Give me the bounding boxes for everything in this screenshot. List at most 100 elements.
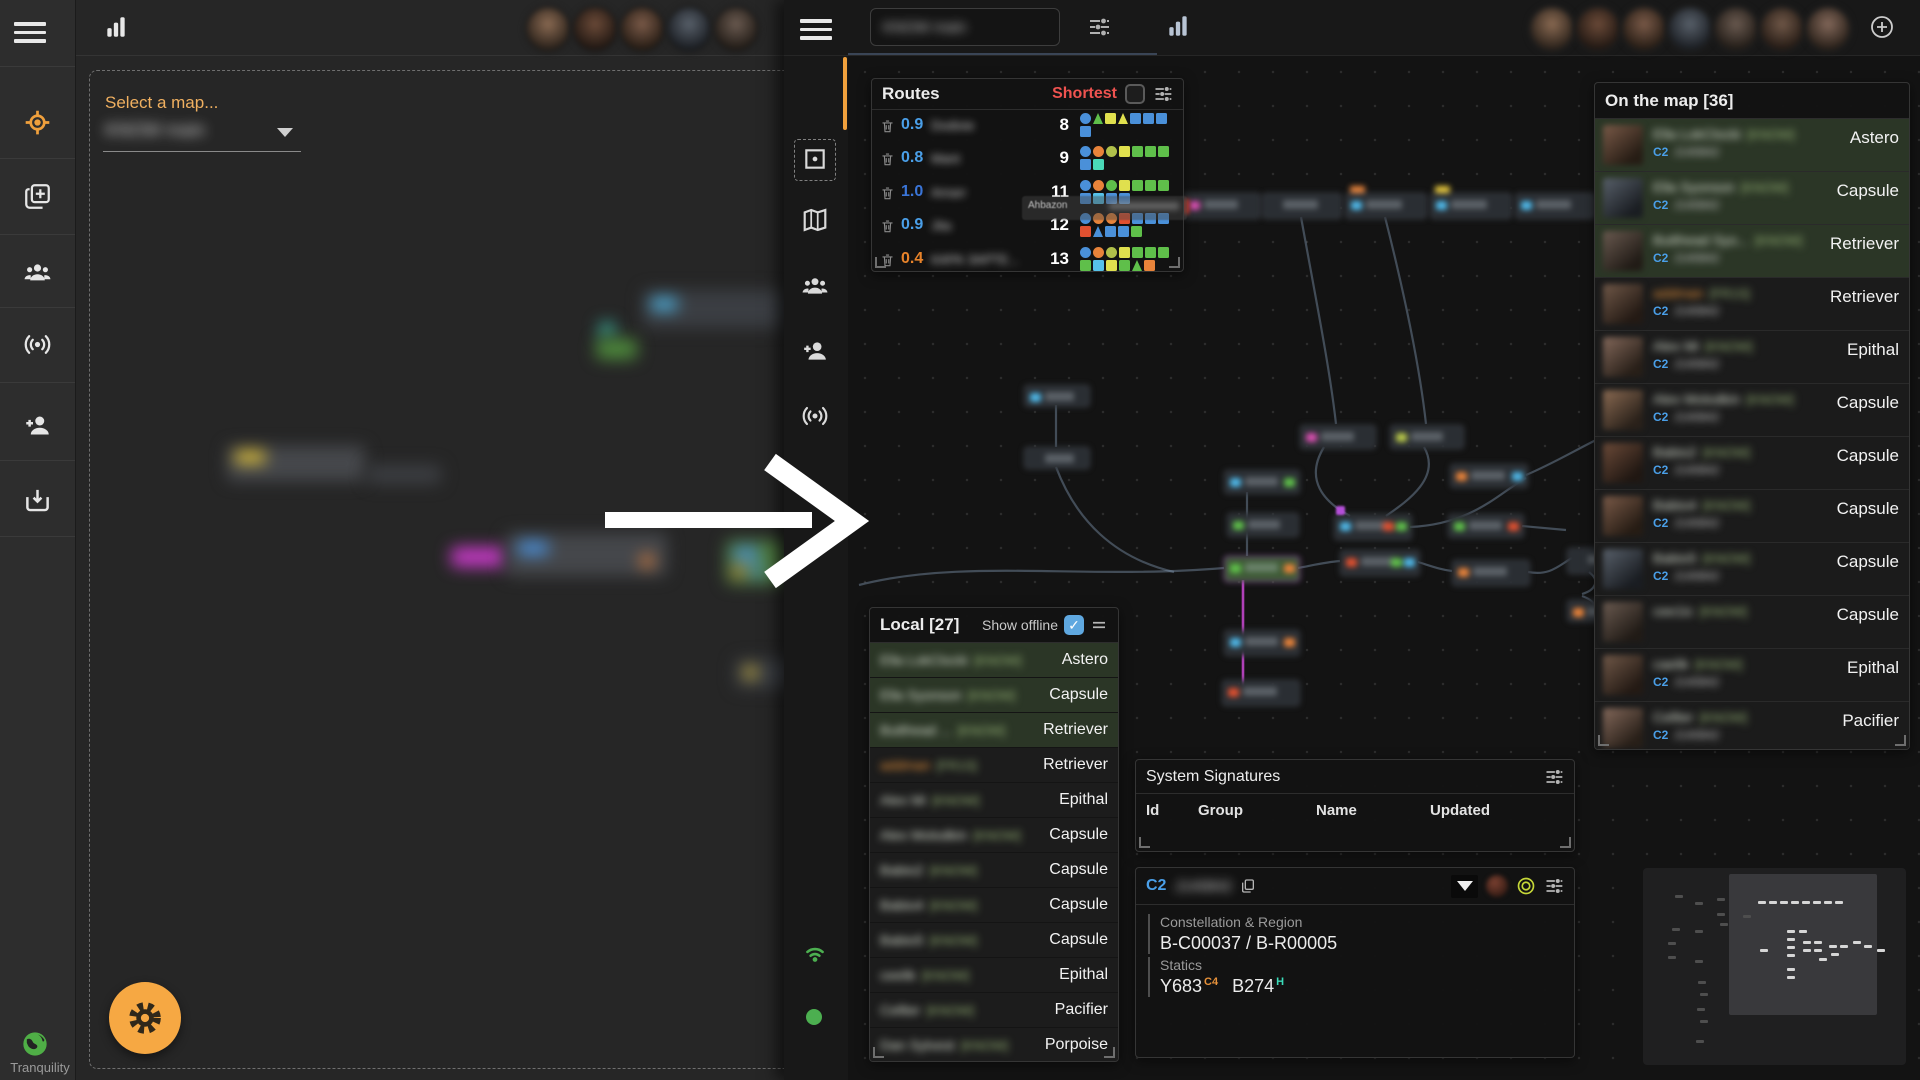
people-icon[interactable] <box>802 273 828 299</box>
local-menu-icon[interactable] <box>1090 615 1108 635</box>
map-node[interactable] <box>1024 447 1090 469</box>
map-node[interactable] <box>1340 550 1420 576</box>
bullseye-icon[interactable] <box>1516 876 1536 896</box>
local-pilot-row[interactable]: Babio5 [KNOW] Capsule <box>870 923 1118 958</box>
routes-settings-icon[interactable] <box>1153 84 1173 104</box>
route-destination[interactable]: Mant <box>931 151 1043 166</box>
on-map-pilot-row[interactable]: cee1ic [KNOW] Capsule <box>1595 596 1909 649</box>
map-node[interactable] <box>1452 560 1530 586</box>
local-pilot-row[interactable]: Cellter [KNOW] Pacifier <box>870 993 1118 1028</box>
import-icon[interactable] <box>24 487 51 514</box>
stats-icon[interactable] <box>103 14 129 40</box>
menu-button[interactable] <box>800 14 832 45</box>
delete-route-icon[interactable] <box>880 151 895 167</box>
map-node[interactable] <box>1224 470 1300 494</box>
local-pilot-row[interactable]: Ella Syonson [KNOW] Capsule <box>870 678 1118 713</box>
broadcast-icon[interactable] <box>802 403 828 429</box>
map-icon[interactable] <box>802 207 828 233</box>
characters-icon[interactable] <box>24 259 51 286</box>
delete-route-icon[interactable] <box>880 118 895 134</box>
avatar[interactable] <box>1758 5 1806 53</box>
on-map-pilot-row[interactable]: Ella LokClocki [KNOW] C2 J140842 Astero <box>1595 119 1909 172</box>
avatar[interactable] <box>618 5 666 53</box>
map-node[interactable] <box>1300 425 1376 449</box>
avatar[interactable] <box>571 5 619 53</box>
select-system-icon[interactable] <box>802 146 828 172</box>
route-row[interactable]: 0.4 КАРА ЗАРТЕ... 13 <box>872 244 1183 271</box>
avatar[interactable] <box>1712 5 1760 53</box>
avatar[interactable] <box>524 5 572 53</box>
local-pilot-row[interactable]: Ella LokClocki [KNOW] Astero <box>870 643 1118 678</box>
activity-icon[interactable] <box>1165 13 1191 39</box>
local-pilot-row[interactable]: addman [FR1S] Retriever <box>870 748 1118 783</box>
map-node[interactable] <box>1448 514 1524 538</box>
sovereignty-icon[interactable] <box>1486 875 1508 897</box>
add-person-icon[interactable] <box>24 412 51 439</box>
system-settings-icon[interactable] <box>1544 876 1564 896</box>
connection-icon[interactable] <box>802 940 828 966</box>
on-map-pilot-row[interactable]: Alex Mi [KNOW] C2 J140842 Epithal <box>1595 331 1909 384</box>
map-node[interactable] <box>1024 385 1090 407</box>
copy-icon[interactable] <box>1240 878 1256 894</box>
route-destination[interactable]: Jita <box>931 218 1043 233</box>
avatar[interactable] <box>665 5 713 53</box>
map-node[interactable] <box>1334 514 1412 540</box>
local-pilot-row[interactable]: Babio4 [KNOW] Capsule <box>870 888 1118 923</box>
on-map-pilot-row[interactable]: Babio4 [KNOW] C2 J140842 Capsule <box>1595 490 1909 543</box>
shortest-checkbox[interactable] <box>1125 84 1145 104</box>
on-map-pilot-row[interactable]: Butthead Syo... [KNOW] C2 J140842 Retriever <box>1595 225 1909 278</box>
route-destination[interactable]: Dodixie <box>931 118 1043 133</box>
wormhole-effect-icon[interactable] <box>1451 874 1478 898</box>
dropdown-arrow-icon[interactable] <box>277 128 293 137</box>
map-node[interactable] <box>1262 193 1342 219</box>
signatures-settings-icon[interactable] <box>1544 767 1564 787</box>
map-node[interactable] <box>1227 513 1299 537</box>
locate-icon[interactable] <box>24 109 51 136</box>
map-settings-icon[interactable] <box>1087 15 1111 39</box>
map-node[interactable] <box>1224 630 1300 656</box>
local-pilot-row[interactable]: Butthead ... [KNOW] Retriever <box>870 713 1118 748</box>
settings-fab[interactable] <box>109 982 181 1054</box>
avatar[interactable] <box>1666 5 1714 53</box>
avatar[interactable] <box>1804 5 1852 53</box>
menu-button[interactable] <box>14 17 46 48</box>
map-node[interactable] <box>1515 193 1595 219</box>
local-pilot-row[interactable]: Alex Molodkin [KNOW] Capsule <box>870 818 1118 853</box>
on-map-pilot-row[interactable]: Babio2 [KNOW] C2 J140842 Capsule <box>1595 437 1909 490</box>
avatar[interactable] <box>1528 5 1576 53</box>
minimap[interactable] <box>1643 868 1906 1065</box>
map-node[interactable] <box>1222 680 1300 706</box>
map-name-input[interactable]: KNOW main <box>870 8 1060 46</box>
on-map-pilot-row[interactable]: addman [FR1S] C2 J140842 Retriever <box>1595 278 1909 331</box>
local-pilot-row[interactable]: Babio2 [KNOW] Capsule <box>870 853 1118 888</box>
local-pilot-row[interactable]: ceelik [KNOW] Epithal <box>870 958 1118 993</box>
on-map-pilot-row[interactable]: Alex Molodkin [KNOW] C2 J140842 Capsule <box>1595 384 1909 437</box>
map-node[interactable] <box>1450 464 1528 488</box>
local-pilot-row[interactable]: Alex Mi [KNOW] Epithal <box>870 783 1118 818</box>
route-destination[interactable]: КАРА ЗАРТЕ... <box>931 252 1043 267</box>
add-character-icon[interactable] <box>1870 15 1894 39</box>
map-node[interactable] <box>1345 186 1427 219</box>
avatar[interactable] <box>712 5 760 53</box>
delete-route-icon[interactable] <box>880 218 895 234</box>
show-offline-checkbox[interactable]: ✓ <box>1064 615 1084 635</box>
on-map-pilot-row[interactable]: Cellter [KNOW] C2 J140842 Pacifier <box>1595 702 1909 749</box>
map-node-current[interactable] <box>1224 556 1300 582</box>
route-row[interactable]: 0.9 Dodixie 8 <box>872 110 1183 143</box>
local-pilot-row[interactable]: Dan Sylvest [KNOW] Porpoise <box>870 1028 1118 1061</box>
on-map-pilot-row[interactable]: Babio5 [KNOW] C2 J140842 Capsule <box>1595 543 1909 596</box>
map-node[interactable] <box>1183 193 1261 219</box>
map-node[interactable] <box>1430 186 1512 219</box>
on-map-pilot-row[interactable]: caelik [KNOW] C2 J140842 Epithal <box>1595 649 1909 702</box>
delete-route-icon[interactable] <box>880 185 895 201</box>
avatar[interactable] <box>1620 5 1668 53</box>
route-row[interactable]: 0.8 Mant 9 <box>872 143 1183 176</box>
on-map-pilot-row[interactable]: Ella Syonson [KNOW] C2 J140842 Capsule <box>1595 172 1909 225</box>
broadcast-icon[interactable] <box>24 331 51 358</box>
add-map-icon[interactable] <box>24 183 51 210</box>
avatar[interactable] <box>1574 5 1622 53</box>
minimap-viewport[interactable] <box>1729 874 1877 1015</box>
add-person-icon[interactable] <box>802 338 828 364</box>
map-node[interactable] <box>1390 425 1464 449</box>
map-select-value[interactable]: KNOW main <box>105 120 205 141</box>
